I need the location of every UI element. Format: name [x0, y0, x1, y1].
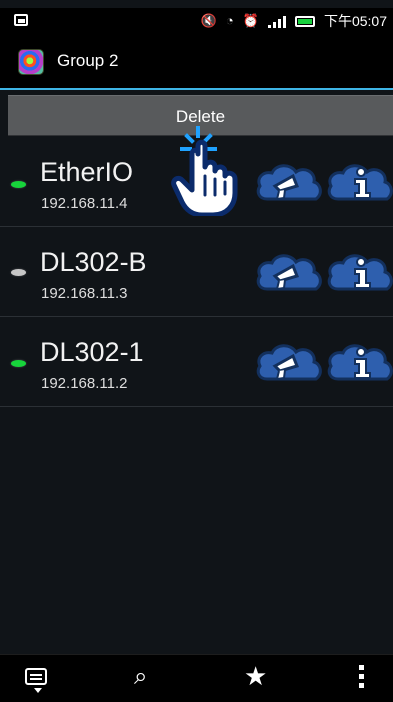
status-time: 下午05:07 — [323, 13, 387, 29]
more-icon[interactable] — [359, 665, 365, 691]
bottom-action-bar: ⌕ ★ — [0, 654, 393, 702]
device-ip: 192.168.11.2 — [41, 375, 128, 392]
device-row-dl302-b[interactable]: DL302-B 192.168.11.3 — [0, 227, 393, 317]
status-icons: 🔇 ◔ ⏰ 下午05:07 — [201, 12, 387, 30]
wifi-icon: ◔ — [225, 13, 234, 28]
megaphone-cloud-icon[interactable] — [255, 157, 323, 205]
info-cloud-icon[interactable] — [326, 247, 393, 295]
info-cloud-icon[interactable] — [326, 157, 393, 205]
status-bar: 🔇 ◔ ⏰ 下午05:07 — [0, 8, 393, 34]
search-icon[interactable]: ⌕ — [134, 665, 147, 689]
megaphone-cloud-icon — [256, 344, 322, 381]
device-name: EtherIO — [40, 157, 134, 187]
image-notification-icon — [14, 14, 28, 26]
megaphone-cloud-icon — [256, 164, 322, 201]
phone-screen: 🔇 ◔ ⏰ 下午05:07 Group 2 Delete EtherIO 192… — [0, 0, 393, 702]
device-name: DL302-B — [40, 247, 147, 277]
battery-icon — [294, 15, 315, 27]
muted-icon: 🔇 — [200, 13, 217, 28]
keyboard-icon[interactable] — [25, 668, 47, 693]
info-cloud-icon — [327, 164, 393, 201]
info-cloud-icon — [327, 254, 393, 291]
app-title: Group 2 — [57, 51, 119, 70]
online-status-icon — [11, 181, 26, 188]
device-name: DL302-1 — [40, 337, 144, 367]
hand-pointer-icon — [171, 126, 238, 216]
signal-icon — [267, 14, 286, 28]
megaphone-cloud-icon[interactable] — [255, 337, 323, 385]
info-cloud-icon[interactable] — [326, 337, 393, 385]
device-ip: 192.168.11.4 — [41, 195, 128, 212]
alarm-icon: ⏰ — [242, 13, 259, 28]
app-bar: Group 2 — [0, 34, 393, 90]
online-status-icon — [11, 360, 26, 367]
device-ip: 192.168.11.3 — [41, 285, 128, 302]
info-cloud-icon — [327, 344, 393, 381]
megaphone-cloud-icon[interactable] — [255, 247, 323, 295]
device-row-dl302-1[interactable]: DL302-1 192.168.11.2 — [0, 317, 393, 407]
offline-status-icon — [11, 269, 26, 276]
star-icon[interactable]: ★ — [244, 663, 267, 689]
app-logo-icon — [18, 49, 44, 75]
megaphone-cloud-icon — [256, 254, 322, 291]
